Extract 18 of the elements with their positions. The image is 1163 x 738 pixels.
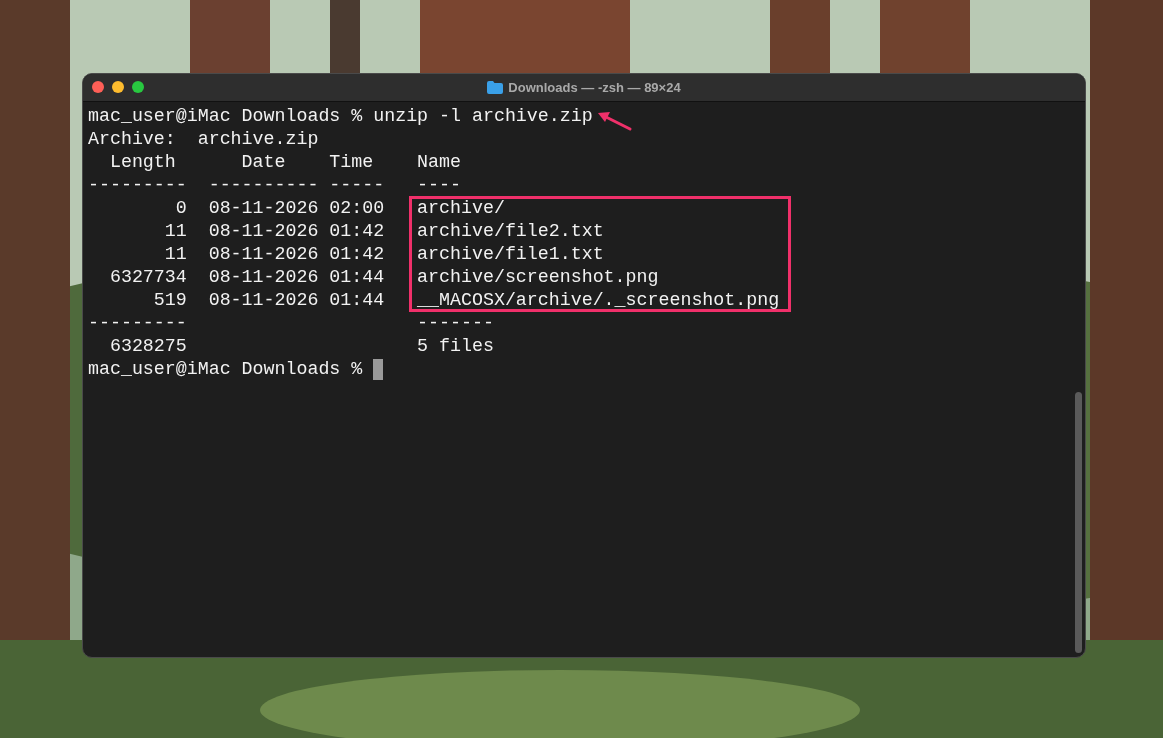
terminal-line: 519 08-11-2026 01:44 __MACOSX/archive/._screenshot.png [152,289,780,312]
close-button[interactable] [92,81,104,93]
terminal-line: --------- ------- [88,312,494,335]
terminal-line: Length Date Time Name [108,151,461,174]
terminal-line: 6327734 08-11-2026 01:44 archive/screenshot.png [108,266,659,289]
terminal-line: mac_user@iMac Downloads % unzip -l archive.zip [88,105,593,128]
terminal-line: 0 08-11-2026 02:00 archive/ [174,197,505,220]
terminal-line: 6328275 5 files [108,335,494,358]
folder-icon [487,81,504,94]
terminal-line: --------- ---------- ----- ---- [88,174,461,197]
minimize-button[interactable] [112,81,124,93]
terminal-line: 11 08-11-2026 01:42 archive/file1.txt [163,243,604,266]
window-title: Downloads — -zsh — 89×24 [508,80,681,95]
terminal-line: Archive: archive.zip [88,128,319,151]
shell-prompt: mac_user@iMac Downloads % [88,358,363,381]
scrollbar-thumb[interactable] [1075,392,1082,653]
zoom-button[interactable] [132,81,144,93]
terminal-line: 11 08-11-2026 01:42 archive/file2.txt [163,220,604,243]
